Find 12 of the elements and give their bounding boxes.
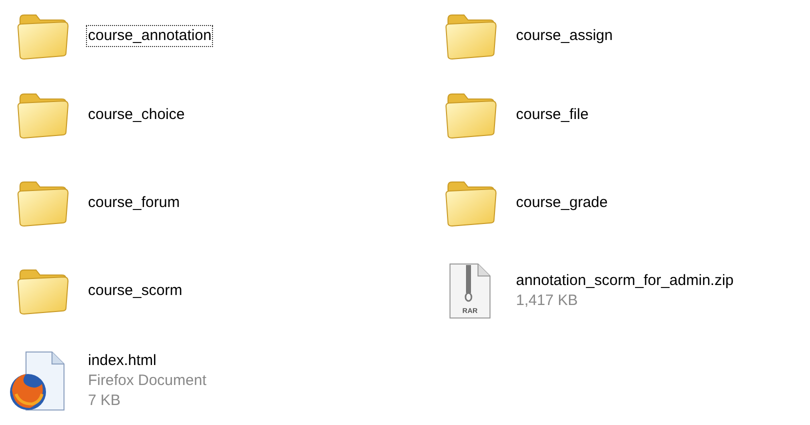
file-name[interactable]: course_file [516,105,589,125]
file-name[interactable]: course_assign [516,26,613,46]
file-name[interactable]: course_forum [88,193,180,213]
file-detail: 1,417 KB [516,291,579,311]
file-name[interactable]: annotation_scorm_for_admin.zip [516,271,734,291]
file-name[interactable]: course_scorm [88,281,182,301]
file-detail: 7 KB [88,390,122,410]
file-name[interactable]: index.html [88,350,206,370]
file-name[interactable]: course_choice [88,105,185,125]
file-name[interactable]: course_annotation [86,25,214,47]
file-detail: Firefox Document [88,370,206,390]
file-name[interactable]: course_grade [516,193,608,213]
